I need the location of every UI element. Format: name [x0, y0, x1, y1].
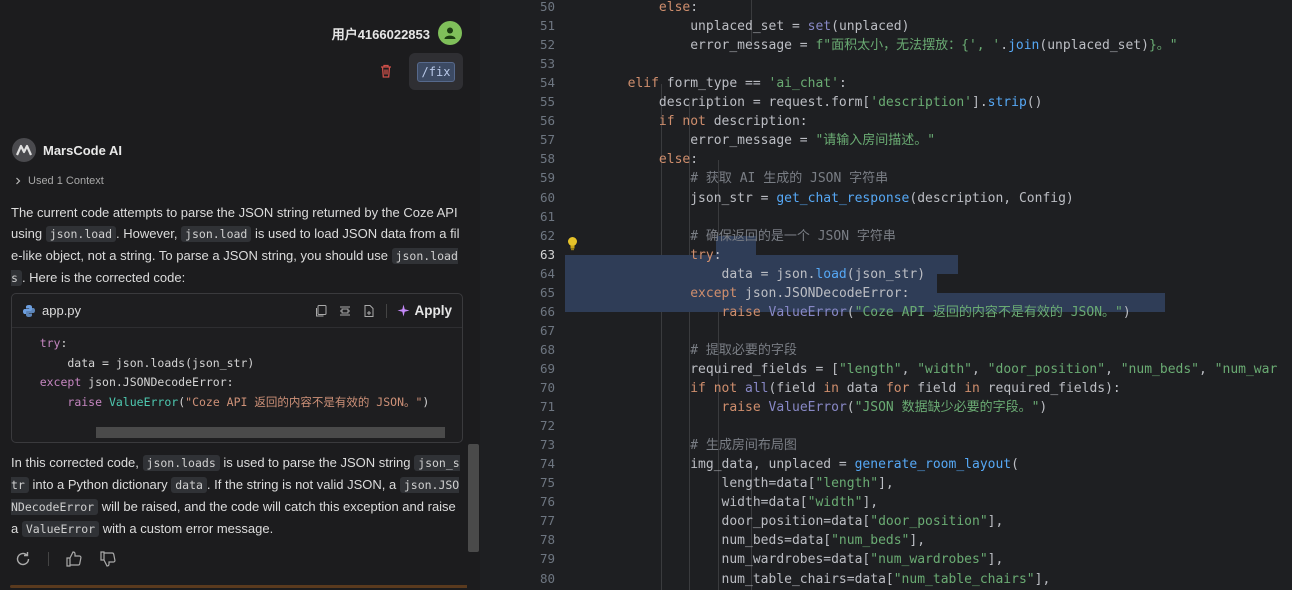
copy-icon[interactable] [314, 304, 328, 318]
inline-code: json.loads [142, 455, 220, 471]
code-line[interactable]: description = request.form['description'… [565, 93, 1043, 112]
code-filename: app.py [42, 303, 82, 318]
paragraph-text: with a custom error message. [99, 521, 274, 536]
sparkle-icon [397, 304, 410, 317]
code-snippet-body: try: data = json.loads(json_str) except … [12, 334, 430, 412]
ai-response-paragraph-1: The current code attempts to parse the J… [11, 202, 463, 289]
code-line[interactable]: if not all(field in data for field in re… [565, 379, 1121, 398]
code-snippet-block: app.py Apply try: data = json.loads(json… [11, 293, 463, 443]
code-line[interactable]: door_position=data["door_position"], [565, 512, 1004, 531]
chat-input-edge [10, 585, 480, 588]
ai-chat-panel: 用户4166022853 /fix MarsCode AI Used 1 Con… [0, 0, 480, 590]
context-label: Used 1 Context [28, 175, 104, 187]
paragraph-text: . Here is the corrected code: [21, 270, 186, 285]
code-line[interactable]: raise ValueError("JSON 数据缺少必要的字段。") [565, 398, 1048, 417]
code-editor[interactable]: 50 51 52 53 54 55 56 57 58 59 60 61 62 63 64 65 66 67 68 69… [480, 0, 1292, 590]
code-line[interactable]: else: [565, 150, 698, 169]
code-line[interactable]: # 提取必要的字段 [565, 341, 797, 360]
paragraph-text: In this corrected code, [11, 455, 143, 470]
code-line[interactable]: # 获取 AI 生成的 JSON 字符串 [565, 169, 888, 188]
paragraph-text: . However, [116, 226, 182, 241]
apply-label: Apply [414, 303, 452, 318]
chat-scrollbar-track[interactable] [467, 0, 480, 590]
paragraph-text: into a Python dictionary [28, 477, 172, 492]
paragraph-text: . If the string is not valid JSON, a [206, 477, 400, 492]
code-line[interactable]: width=data["width"], [565, 493, 879, 512]
code-snippet-line: raise ValueError("Coze API 返回的内容不是有效的 JS… [67, 394, 430, 409]
used-context-toggle[interactable]: Used 1 Context [14, 175, 104, 187]
chat-scrollbar-thumb[interactable] [468, 444, 479, 552]
code-line[interactable]: num_table_chairs=data["num_table_chairs"… [565, 570, 1051, 589]
code-line[interactable]: # 生成房间布局图 [565, 436, 797, 455]
thumbs-up-icon[interactable] [65, 550, 83, 568]
insert-code-icon[interactable] [338, 304, 352, 318]
code-line[interactable]: if not description: [565, 112, 808, 131]
code-area[interactable]: else: unplaced_set = set(unplaced) error… [480, 0, 1292, 590]
code-line[interactable]: required_fields = ["length", "width", "d… [565, 360, 1277, 379]
inline-code: json.load [45, 226, 117, 242]
trash-icon[interactable] [378, 63, 394, 79]
new-file-icon[interactable] [362, 304, 376, 318]
user-message-bubble: /fix [409, 53, 463, 90]
thumbs-down-icon[interactable] [99, 550, 117, 568]
code-line[interactable]: length=data["length"], [565, 474, 894, 493]
code-line[interactable]: try: [565, 246, 721, 265]
user-icon [444, 27, 456, 39]
code-line[interactable]: data = json.load(json_str) [565, 265, 926, 284]
user-avatar [438, 21, 462, 45]
code-snippet-line: try: [39, 336, 68, 350]
code-line[interactable]: json_str = get_chat_response(description… [565, 189, 1074, 208]
inline-code: data [171, 477, 207, 493]
apply-button[interactable]: Apply [397, 303, 452, 318]
code-line[interactable]: except json.JSONDecodeError: [565, 284, 909, 303]
code-line[interactable]: unplaced_set = set(unplaced) [565, 17, 909, 36]
code-line[interactable]: elif form_type == 'ai_chat': [565, 74, 847, 93]
ai-header: MarsCode AI [12, 138, 122, 162]
code-line[interactable]: num_wardrobes=data["num_wardrobes"], [565, 550, 1004, 569]
paragraph-text: is used to parse the JSON string [219, 455, 415, 470]
user-name: 用户4166022853 [331, 26, 430, 42]
inline-code: ValueError [21, 521, 100, 537]
code-line[interactable]: # 确保返回的是一个 JSON 字符串 [565, 227, 896, 246]
ai-response-paragraph-2: In this corrected code, json.loads is us… [11, 452, 463, 540]
code-line[interactable]: raise ValueError("Coze API 返回的内容不是有效的 JS… [565, 303, 1131, 322]
code-line[interactable]: else: [565, 0, 698, 17]
code-snippet-line: except json.JSONDecodeError: [39, 375, 234, 389]
code-line[interactable]: num_beds=data["num_beds"], [565, 531, 926, 550]
ai-name: MarsCode AI [43, 142, 122, 158]
code-line[interactable]: img_data, unplaced = generate_room_layou… [565, 455, 1019, 474]
code-snippet-header: app.py Apply [12, 294, 462, 328]
code-snippet-line: data = json.loads(json_str) [12, 355, 255, 370]
python-file-icon [23, 304, 35, 317]
marscode-logo-icon [12, 138, 36, 162]
refresh-icon[interactable] [14, 550, 32, 568]
user-header: 用户4166022853 [332, 21, 462, 45]
inline-code: json.load [181, 226, 252, 242]
code-horizontal-scrollbar[interactable] [96, 427, 445, 438]
fix-command-chip: /fix [416, 61, 456, 82]
code-line[interactable]: error_message = "请输入房间描述。" [565, 131, 935, 150]
response-actions [14, 550, 117, 568]
chevron-right-icon [16, 177, 21, 185]
code-line[interactable]: error_message = f"面积太小，无法摆放：{', '.join(u… [565, 36, 1177, 55]
